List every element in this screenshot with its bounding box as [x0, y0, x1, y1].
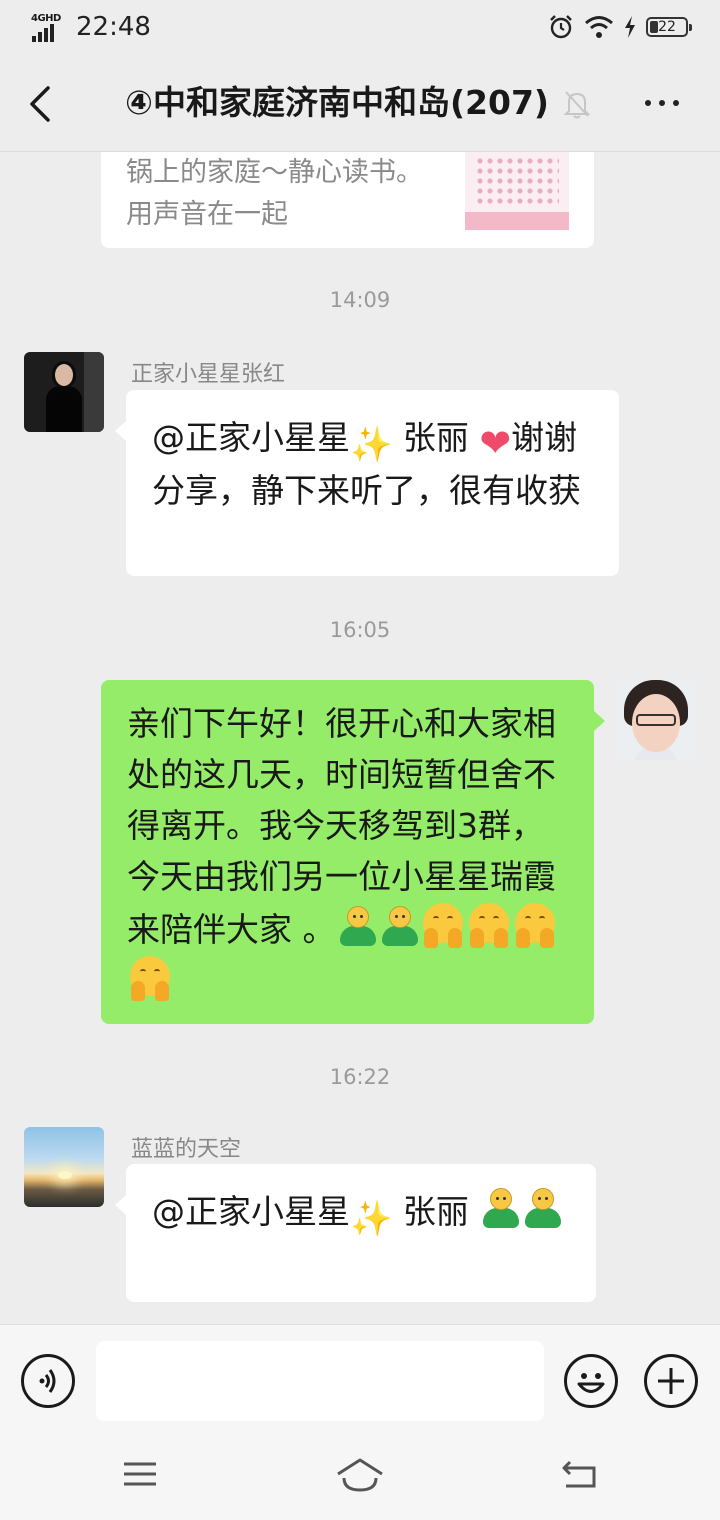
message-bubble[interactable]: @正家小星星✨ 张丽 ❤谢谢分享，静下来听了，很有收获 [115, 390, 619, 576]
network-type: 4GHD [31, 13, 61, 24]
wifi-icon [585, 16, 613, 38]
input-bar [0, 1324, 720, 1436]
doge-emoji [336, 904, 378, 948]
more-dots-icon[interactable] [645, 100, 679, 106]
timestamp: 16:22 [329, 1065, 391, 1089]
link-thumbnail [465, 152, 569, 230]
avatar[interactable] [616, 680, 696, 760]
status-bar: 4GHD 22:48 22 [0, 0, 720, 56]
avatar[interactable] [24, 352, 104, 432]
hug-emoji [466, 902, 512, 948]
mention-name: 张丽 [392, 1192, 480, 1231]
chat-title: ④中和家庭济南中和岛(207) [125, 83, 549, 122]
menu-icon[interactable] [122, 1458, 158, 1490]
message-bubble[interactable]: @正家小星星✨ 张丽 [115, 1164, 596, 1302]
doge-emoji [521, 1186, 563, 1230]
chevron-left-icon[interactable] [22, 84, 58, 124]
emoji-icon[interactable] [564, 1354, 618, 1408]
chat-header: ④中和家庭济南中和岛(207) [0, 56, 720, 152]
sender-name: 蓝蓝的天空 [131, 1137, 242, 1162]
alarm-icon [550, 15, 572, 39]
avatar[interactable] [24, 1127, 104, 1207]
plus-icon[interactable] [644, 1354, 698, 1408]
home-icon[interactable] [334, 1456, 386, 1496]
link-description: 锅上的家庭～静心读书。用声音在一起 [126, 157, 423, 230]
charging-icon [625, 16, 635, 38]
sparkles-emoji: ✨ [350, 425, 393, 465]
timestamp: 16:05 [329, 618, 391, 642]
heart-emoji: ❤ [479, 421, 512, 465]
mention-name: 张丽 [392, 418, 480, 457]
message-input[interactable] [96, 1341, 544, 1421]
back-icon[interactable] [560, 1458, 598, 1490]
shared-link-card[interactable]: 锅上的家庭～静心读书。用声音在一起 [101, 152, 594, 248]
mention-text: @正家小星星 [152, 1192, 350, 1231]
doge-emoji [479, 1186, 521, 1230]
status-time: 22:48 [76, 12, 151, 42]
hug-emoji [512, 902, 558, 948]
battery-level: 22 [658, 19, 676, 35]
message-bubble[interactable]: 亲们下午好！很开心和大家相处的这几天，时间短暂但舍不得离开。我今天移驾到3群，今… [101, 680, 605, 1024]
sparkles-emoji: ✨ [350, 1199, 393, 1239]
voice-icon[interactable] [21, 1354, 75, 1408]
battery-icon: 22 [646, 17, 692, 37]
signal-icon: 4GHD [30, 14, 68, 42]
hug-emoji [420, 902, 466, 948]
message-list[interactable]: 锅上的家庭～静心读书。用声音在一起 14:09 正家小星星张红 @正家小星星✨ … [0, 152, 720, 1324]
mention-text: @正家小星星 [152, 418, 350, 457]
timestamp: 14:09 [329, 288, 391, 312]
bell-off-icon [563, 91, 591, 119]
hug-emoji [127, 955, 173, 1001]
system-nav-bar [0, 1436, 720, 1520]
doge-emoji [378, 904, 420, 948]
sender-name: 正家小星星张红 [131, 362, 286, 387]
